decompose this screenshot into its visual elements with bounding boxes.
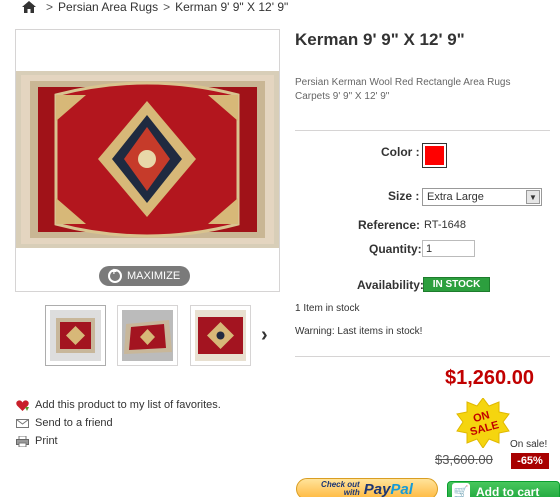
thumbnail-image	[50, 310, 101, 361]
discount-badge: -65%	[511, 453, 549, 469]
availability-label: Availability:	[357, 278, 424, 292]
home-icon[interactable]	[22, 1, 36, 13]
availability-badge: IN STOCK	[423, 277, 490, 292]
paypal-checkout-button[interactable]: Check out with PayPal	[296, 478, 438, 497]
next-thumbnail-arrow[interactable]: ›	[261, 325, 275, 345]
paypal-logo: PayPal	[363, 480, 413, 497]
add-to-cart-button[interactable]: 🛒 Add to cart	[447, 481, 560, 497]
product-description: Persian Kerman Wool Red Rectangle Area R…	[295, 77, 511, 102]
main-product-image[interactable]	[15, 29, 280, 292]
breadcrumb-link-category[interactable]: Persian Area Rugs	[58, 0, 158, 14]
thumbnail-2[interactable]	[117, 305, 178, 366]
quantity-label: Quantity:	[369, 242, 422, 256]
size-select-value: Extra Large	[427, 191, 484, 203]
thumbnail-3[interactable]	[190, 305, 251, 366]
envelope-icon	[16, 418, 29, 428]
add-to-favorites-link[interactable]: Add this product to my list of favorites…	[16, 399, 221, 411]
paypal-caption-line2: with	[343, 488, 360, 497]
thumbnail-1[interactable]	[45, 305, 106, 366]
reference-label: Reference:	[358, 218, 421, 232]
add-to-cart-label: Add to cart	[476, 485, 540, 497]
chevron-down-icon: ▼	[526, 190, 540, 204]
divider	[295, 356, 550, 357]
color-swatch[interactable]	[422, 143, 447, 168]
old-price: $3,600.00	[435, 452, 493, 467]
thumbnail-image	[122, 310, 173, 361]
maximize-label: MAXIMIZE	[127, 270, 181, 282]
print-link[interactable]: Print	[16, 435, 58, 447]
thumbnail-image	[195, 310, 246, 361]
zoom-icon	[108, 267, 122, 283]
size-label: Size :	[388, 189, 420, 203]
add-to-favorites-label: Add this product to my list of favorites…	[35, 399, 221, 411]
breadcrumb: > Persian Area Rugs > Kerman 9' 9" X 12'…	[22, 0, 288, 14]
send-to-friend-link[interactable]: Send to a friend	[16, 417, 113, 429]
maximize-button[interactable]: MAXIMIZE	[99, 266, 190, 286]
product-title: Kerman 9' 9" X 12' 9"	[295, 30, 465, 49]
breadcrumb-separator: >	[163, 0, 171, 14]
breadcrumb-current: Kerman 9' 9" X 12' 9"	[175, 0, 289, 14]
print-label: Print	[35, 435, 58, 447]
on-sale-label: On sale!	[510, 439, 548, 450]
send-to-friend-label: Send to a friend	[35, 417, 113, 429]
rug-image	[16, 71, 279, 248]
size-select[interactable]: Extra Large ▼	[422, 188, 542, 206]
color-label: Color :	[381, 145, 420, 159]
stock-count: 1 Item in stock	[295, 303, 360, 314]
reference-value: RT-1648	[424, 219, 466, 231]
breadcrumb-separator: >	[46, 0, 54, 14]
on-sale-badge: ON SALE	[456, 398, 510, 448]
heart-icon	[16, 399, 29, 411]
divider	[295, 130, 550, 131]
cart-icon: 🛒	[452, 483, 470, 497]
stock-warning: Warning: Last items in stock!	[295, 326, 423, 337]
color-swatch-fill	[425, 146, 444, 165]
quantity-input[interactable]: 1	[422, 240, 475, 257]
paypal-caption: Check out with	[321, 481, 360, 497]
product-price: $1,260.00	[445, 367, 534, 389]
printer-icon	[16, 435, 29, 447]
